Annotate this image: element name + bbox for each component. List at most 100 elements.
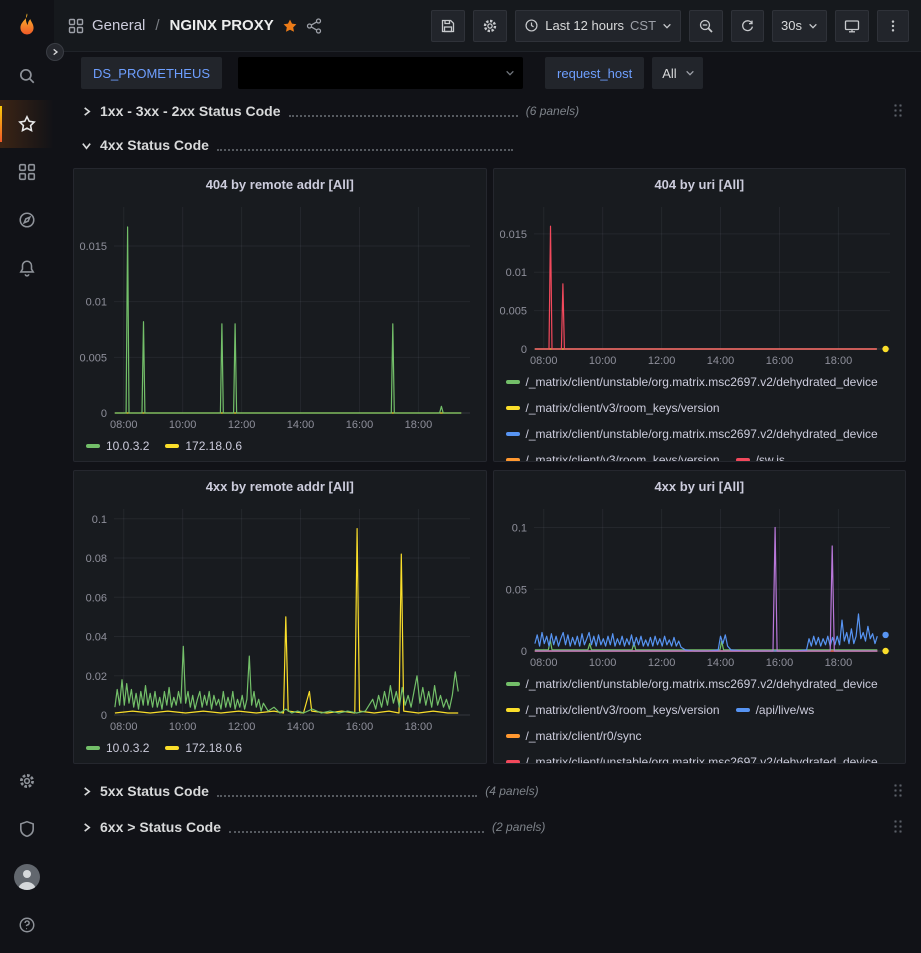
panel-title[interactable]: 4xx by uri [All] [494, 471, 906, 501]
legend-item[interactable]: /_matrix/client/unstable/org.matrix.msc2… [506, 425, 878, 443]
save-dashboard-button[interactable] [431, 10, 465, 42]
legend-label: /sw.js [756, 451, 785, 462]
svg-text:18:00: 18:00 [405, 419, 433, 431]
grafana-flame-icon [12, 11, 42, 41]
svg-text:16:00: 16:00 [346, 419, 374, 431]
row-drag-handle[interactable] [893, 819, 904, 835]
sidebar-item-alerting[interactable] [0, 244, 54, 292]
legend-swatch [736, 708, 750, 712]
refresh-interval-value: 30s [781, 18, 802, 33]
time-series-chart[interactable]: 08:0010:0012:0014:0016:0018:0000.0050.01… [494, 199, 906, 369]
row-header-5xx[interactable]: 5xx Status Code (4 panels) [73, 778, 906, 804]
variables-bar: DS_PROMETHEUS request_host All [54, 53, 921, 93]
panel-404-by-uri: 404 by uri [All] 08:0010:0012:0014:0016:… [493, 168, 907, 462]
row-header-4xx[interactable]: 4xx Status Code [73, 132, 906, 158]
legend-item[interactable]: 172.18.0.6 [165, 739, 242, 757]
row-title: 1xx - 3xx - 2xx Status Code [100, 103, 281, 119]
time-series-chart[interactable]: 08:0010:0012:0014:0016:0018:0000.020.040… [74, 501, 486, 735]
row-chevron-right-icon [81, 106, 92, 117]
time-range-picker[interactable]: Last 12 hours CST [515, 10, 681, 42]
legend-swatch [506, 734, 520, 738]
legend-label: /_matrix/client/r0/sync [526, 727, 642, 745]
bell-icon [18, 259, 36, 277]
grafana-logo[interactable] [0, 0, 54, 52]
legend-label: /_matrix/client/v3/room_keys/version [526, 451, 720, 462]
panel-grid: 404 by remote addr [All] 08:0010:0012:00… [73, 168, 906, 764]
breadcrumb-dashboard-title[interactable]: NGINX PROXY [170, 17, 274, 34]
legend-swatch [736, 458, 750, 462]
gear-icon [18, 772, 36, 790]
sidebar-item-help[interactable] [0, 901, 54, 949]
toolbar-right: Last 12 hours CST 30s [431, 10, 909, 42]
row-dots [217, 795, 477, 797]
panel-title[interactable]: 404 by remote addr [All] [74, 169, 486, 199]
sidebar [0, 0, 54, 953]
sidebar-item-dashboards[interactable] [0, 148, 54, 196]
legend-item[interactable]: /_matrix/client/v3/room_keys/version [506, 451, 720, 462]
svg-text:0.1: 0.1 [511, 523, 526, 535]
row-drag-handle[interactable] [893, 783, 904, 799]
variable-label-request-host: request_host [545, 57, 644, 89]
legend-item[interactable]: /_matrix/client/unstable/org.matrix.msc2… [506, 753, 878, 764]
legend-label: /api/live/ws [756, 701, 815, 719]
legend-item[interactable]: /_matrix/client/r0/sync [506, 727, 642, 745]
legend-swatch [506, 406, 520, 410]
svg-text:0: 0 [520, 646, 526, 658]
sidebar-item-search[interactable] [0, 52, 54, 100]
panel-title[interactable]: 4xx by remote addr [All] [74, 471, 486, 501]
panel-title[interactable]: 404 by uri [All] [494, 169, 906, 199]
sidebar-item-security[interactable] [0, 805, 54, 853]
row-header-1xx-3xx-2xx[interactable]: 1xx - 3xx - 2xx Status Code (6 panels) [73, 98, 906, 124]
datasource-variable-select[interactable] [238, 57, 523, 89]
time-series-chart[interactable]: 08:0010:0012:0014:0016:0018:0000.050.1 [494, 501, 906, 671]
legend-item[interactable]: 10.0.3.2 [86, 739, 149, 757]
refresh-interval-select[interactable]: 30s [772, 10, 827, 42]
legend-item[interactable]: /_matrix/client/unstable/org.matrix.msc2… [506, 675, 878, 693]
svg-text:10:00: 10:00 [169, 721, 197, 733]
kebab-menu-button[interactable] [877, 10, 909, 42]
legend-label: /_matrix/client/v3/room_keys/version [526, 701, 720, 719]
dashboard-settings-button[interactable] [473, 10, 507, 42]
legend-swatch [506, 760, 520, 764]
legend-swatch [165, 444, 179, 448]
svg-text:0.015: 0.015 [499, 229, 527, 241]
svg-text:0: 0 [101, 408, 107, 420]
legend-item[interactable]: /_matrix/client/v3/room_keys/version [506, 701, 720, 719]
legend-label: /_matrix/client/unstable/org.matrix.msc2… [526, 753, 878, 764]
favorite-star-icon[interactable] [282, 18, 298, 34]
sidebar-item-explore[interactable] [0, 196, 54, 244]
row-header-6xx[interactable]: 6xx > Status Code (2 panels) [73, 814, 906, 840]
legend-item[interactable]: 172.18.0.6 [165, 437, 242, 455]
legend-swatch [86, 746, 100, 750]
sidebar-expand-button[interactable] [46, 43, 64, 61]
legend-swatch [86, 444, 100, 448]
legend-item[interactable]: /_matrix/client/v3/room_keys/version [506, 399, 720, 417]
legend-swatch [506, 458, 520, 462]
row-dots [217, 149, 513, 151]
legend-label: 172.18.0.6 [185, 739, 242, 757]
sidebar-item-profile[interactable] [0, 853, 54, 901]
legend-item[interactable]: 10.0.3.2 [86, 437, 149, 455]
zoom-out-button[interactable] [689, 10, 723, 42]
request-host-variable-select[interactable]: All [652, 57, 702, 89]
legend-item[interactable]: /_matrix/client/unstable/org.matrix.msc2… [506, 373, 878, 391]
apps-grid-icon[interactable] [68, 18, 84, 34]
sidebar-item-starred[interactable] [0, 100, 54, 148]
share-icon[interactable] [306, 18, 322, 34]
row-drag-handle[interactable] [893, 103, 904, 119]
svg-text:10:00: 10:00 [169, 419, 197, 431]
legend-item[interactable]: /api/live/ws [736, 701, 815, 719]
breadcrumb-section[interactable]: General [92, 17, 145, 34]
svg-text:12:00: 12:00 [647, 657, 675, 669]
svg-text:0.01: 0.01 [86, 297, 107, 309]
legend-item[interactable]: /sw.js [736, 451, 785, 462]
tv-mode-button[interactable] [835, 10, 869, 42]
compass-icon [18, 211, 36, 229]
time-series-chart[interactable]: 08:0010:0012:0014:0016:0018:0000.0050.01… [74, 199, 486, 433]
refresh-button[interactable] [731, 10, 764, 42]
dashboards-grid-icon [18, 163, 36, 181]
user-avatar [14, 864, 40, 890]
svg-text:0.04: 0.04 [86, 632, 107, 644]
variable-label-ds-prometheus: DS_PROMETHEUS [81, 57, 222, 89]
sidebar-item-settings[interactable] [0, 757, 54, 805]
